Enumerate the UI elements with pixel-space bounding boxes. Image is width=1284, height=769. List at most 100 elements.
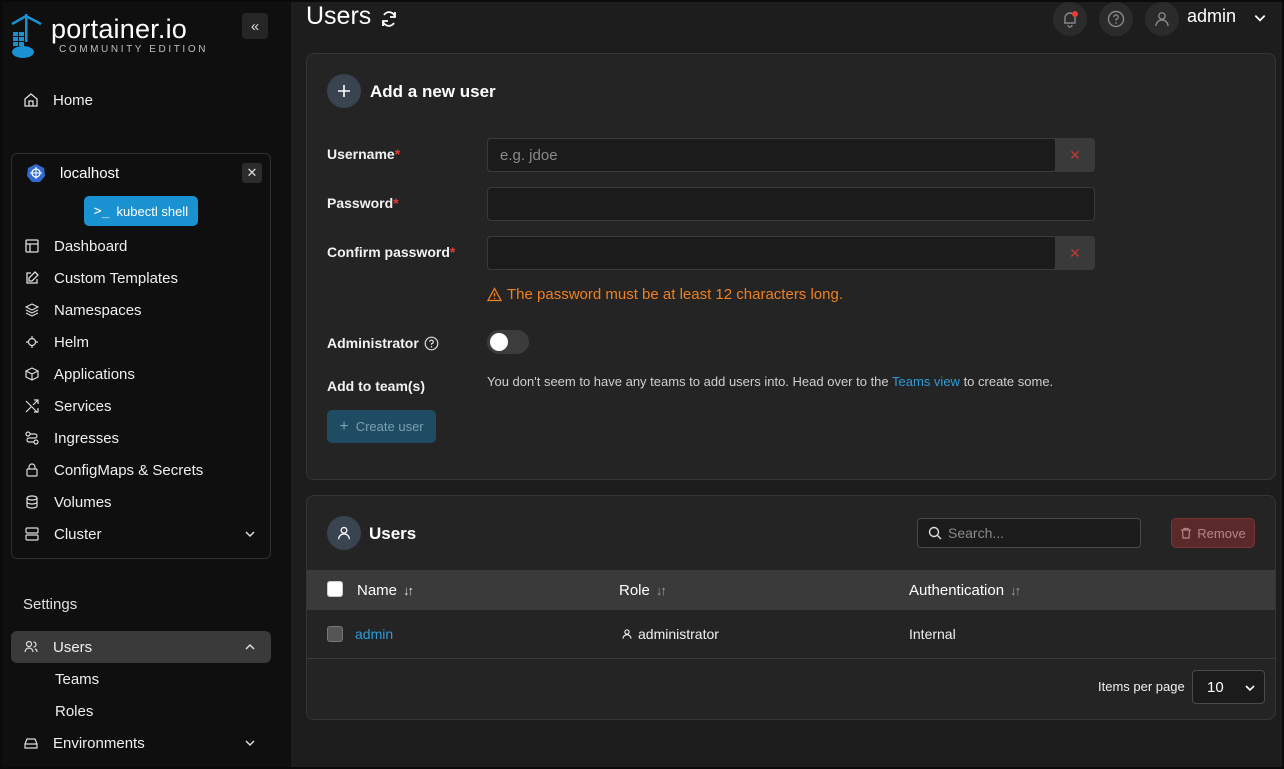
items-per-page-label: Items per page xyxy=(1098,679,1185,694)
column-header-role[interactable]: Role ↓↑ xyxy=(619,582,667,599)
create-user-button[interactable]: + Create user xyxy=(327,410,436,443)
toggle-knob xyxy=(490,333,508,351)
user-icon xyxy=(622,629,632,639)
home-icon xyxy=(23,92,39,108)
sidebar-item-services[interactable]: Services xyxy=(24,394,112,418)
username-clear-button[interactable]: ✕ xyxy=(1055,138,1095,172)
sidebar-item-helm[interactable]: Helm xyxy=(24,330,89,354)
help-icon[interactable] xyxy=(424,336,439,351)
items-per-page-select[interactable]: 10 xyxy=(1192,670,1265,704)
sidebar-item-volumes[interactable]: Volumes xyxy=(24,490,112,514)
sidebar-item-ingresses[interactable]: Ingresses xyxy=(24,426,119,450)
layers-icon xyxy=(24,302,40,318)
sidebar-item-roles[interactable]: Roles xyxy=(55,703,93,720)
add-user-title: Add a new user xyxy=(370,82,496,101)
sidebar-item-dashboard[interactable]: Dashboard xyxy=(24,234,127,258)
notifications-button[interactable] xyxy=(1053,2,1087,36)
select-all-checkbox[interactable] xyxy=(327,581,343,597)
server-icon xyxy=(24,526,40,542)
refresh-icon[interactable] xyxy=(379,9,399,29)
help-icon xyxy=(1107,10,1125,28)
administrator-toggle[interactable] xyxy=(487,330,529,354)
kubectl-shell-button[interactable]: >_ kubectl shell xyxy=(84,196,198,226)
sidebar-item-users[interactable]: Users xyxy=(23,635,92,659)
user-menu-chevron-icon[interactable] xyxy=(1253,11,1267,25)
user-role: administrator xyxy=(621,626,719,642)
sidebar-item-environments[interactable]: Environments xyxy=(23,731,145,755)
environment-name: localhost xyxy=(26,162,119,184)
password-input[interactable] xyxy=(487,187,1095,221)
portainer-mark-icon xyxy=(11,14,42,58)
close-icon: ✕ xyxy=(246,165,258,180)
confirm-password-clear-button[interactable]: ✕ xyxy=(1055,236,1095,270)
user-menu-name[interactable]: admin xyxy=(1187,6,1236,27)
sidebar-item-label: Home xyxy=(53,91,94,109)
close-environment-button[interactable]: ✕ xyxy=(242,163,262,183)
helm-icon xyxy=(24,334,40,350)
brand-name: portainer.io xyxy=(51,14,187,44)
user-avatar[interactable] xyxy=(1145,2,1179,36)
remove-button[interactable]: Remove xyxy=(1171,518,1255,548)
password-label: Password* xyxy=(327,195,399,211)
confirm-password-label: Confirm password* xyxy=(327,244,456,260)
users-table-title: Users xyxy=(369,524,417,543)
users-search-input[interactable]: Search... xyxy=(917,518,1141,548)
confirm-password-input[interactable] xyxy=(487,236,1057,270)
close-icon: ✕ xyxy=(1069,244,1081,261)
sidebar-item-namespaces[interactable]: Namespaces xyxy=(24,298,142,322)
sort-icon: ↓↑ xyxy=(655,583,667,598)
sort-icon: ↓↑ xyxy=(1010,583,1021,598)
search-icon xyxy=(928,526,942,540)
teams-view-link[interactable]: Teams view xyxy=(892,374,960,389)
sidebar-item-applications[interactable]: Applications xyxy=(24,362,135,386)
edit-icon xyxy=(24,270,40,286)
dashboard-icon xyxy=(24,238,40,254)
chevron-down-icon xyxy=(1245,685,1255,692)
username-label: Username* xyxy=(327,146,401,162)
row-checkbox[interactable] xyxy=(327,626,343,642)
sort-icon: ↓↑ xyxy=(403,583,414,598)
brand-edition: COMMUNITY EDITION xyxy=(59,44,209,55)
shuffle-icon xyxy=(24,398,40,414)
bell-icon xyxy=(1064,11,1078,28)
users-icon xyxy=(23,639,39,655)
chevron-down-icon[interactable] xyxy=(244,528,256,540)
chevrons-left-icon: « xyxy=(250,17,260,35)
plus-icon xyxy=(327,74,361,108)
sidebar-item-custom-templates[interactable]: Custom Templates xyxy=(24,266,178,290)
table-header xyxy=(307,570,1275,610)
add-to-team-label: Add to team(s) xyxy=(327,378,425,394)
route-icon xyxy=(24,430,40,446)
lock-icon xyxy=(24,462,40,478)
collapse-sidebar-button[interactable]: « xyxy=(242,13,268,39)
settings-section-title: Settings xyxy=(23,596,78,613)
app-window: portainer.io COMMUNITY EDITION « Home lo… xyxy=(0,0,1284,769)
administrator-label: Administrator xyxy=(327,335,439,351)
team-hint: You don't seem to have any teams to add … xyxy=(487,374,1054,389)
trash-icon xyxy=(1181,527,1192,539)
user-authentication: Internal xyxy=(909,626,956,642)
sidebar-item-cluster[interactable]: Cluster xyxy=(24,522,102,546)
chevron-up-icon[interactable] xyxy=(244,641,256,653)
user-name-link[interactable]: admin xyxy=(355,626,393,642)
database-icon xyxy=(24,494,40,510)
portainer-logo[interactable]: portainer.io COMMUNITY EDITION xyxy=(10,12,210,62)
warning-icon xyxy=(487,287,502,302)
plus-icon: + xyxy=(339,417,349,435)
password-warning: The password must be at least 12 charact… xyxy=(487,286,843,303)
user-icon xyxy=(327,516,361,550)
terminal-icon: >_ xyxy=(93,203,110,219)
username-input[interactable]: e.g. jdoe xyxy=(487,138,1057,172)
chevron-down-icon[interactable] xyxy=(244,737,256,749)
sidebar-item-home[interactable]: Home xyxy=(23,88,93,112)
column-header-authentication[interactable]: Authentication ↓↑ xyxy=(909,582,1021,599)
sidebar: portainer.io COMMUNITY EDITION « Home lo… xyxy=(2,2,291,767)
column-header-name[interactable]: Name ↓↑ xyxy=(357,582,414,599)
close-icon: ✕ xyxy=(1069,146,1081,163)
box-icon xyxy=(24,366,40,382)
sidebar-item-configmaps-secrets[interactable]: ConfigMaps & Secrets xyxy=(24,458,203,482)
hard-drive-icon xyxy=(23,735,39,751)
sidebar-item-teams[interactable]: Teams xyxy=(55,671,99,688)
help-button[interactable] xyxy=(1099,2,1133,36)
row-divider xyxy=(307,658,1275,659)
